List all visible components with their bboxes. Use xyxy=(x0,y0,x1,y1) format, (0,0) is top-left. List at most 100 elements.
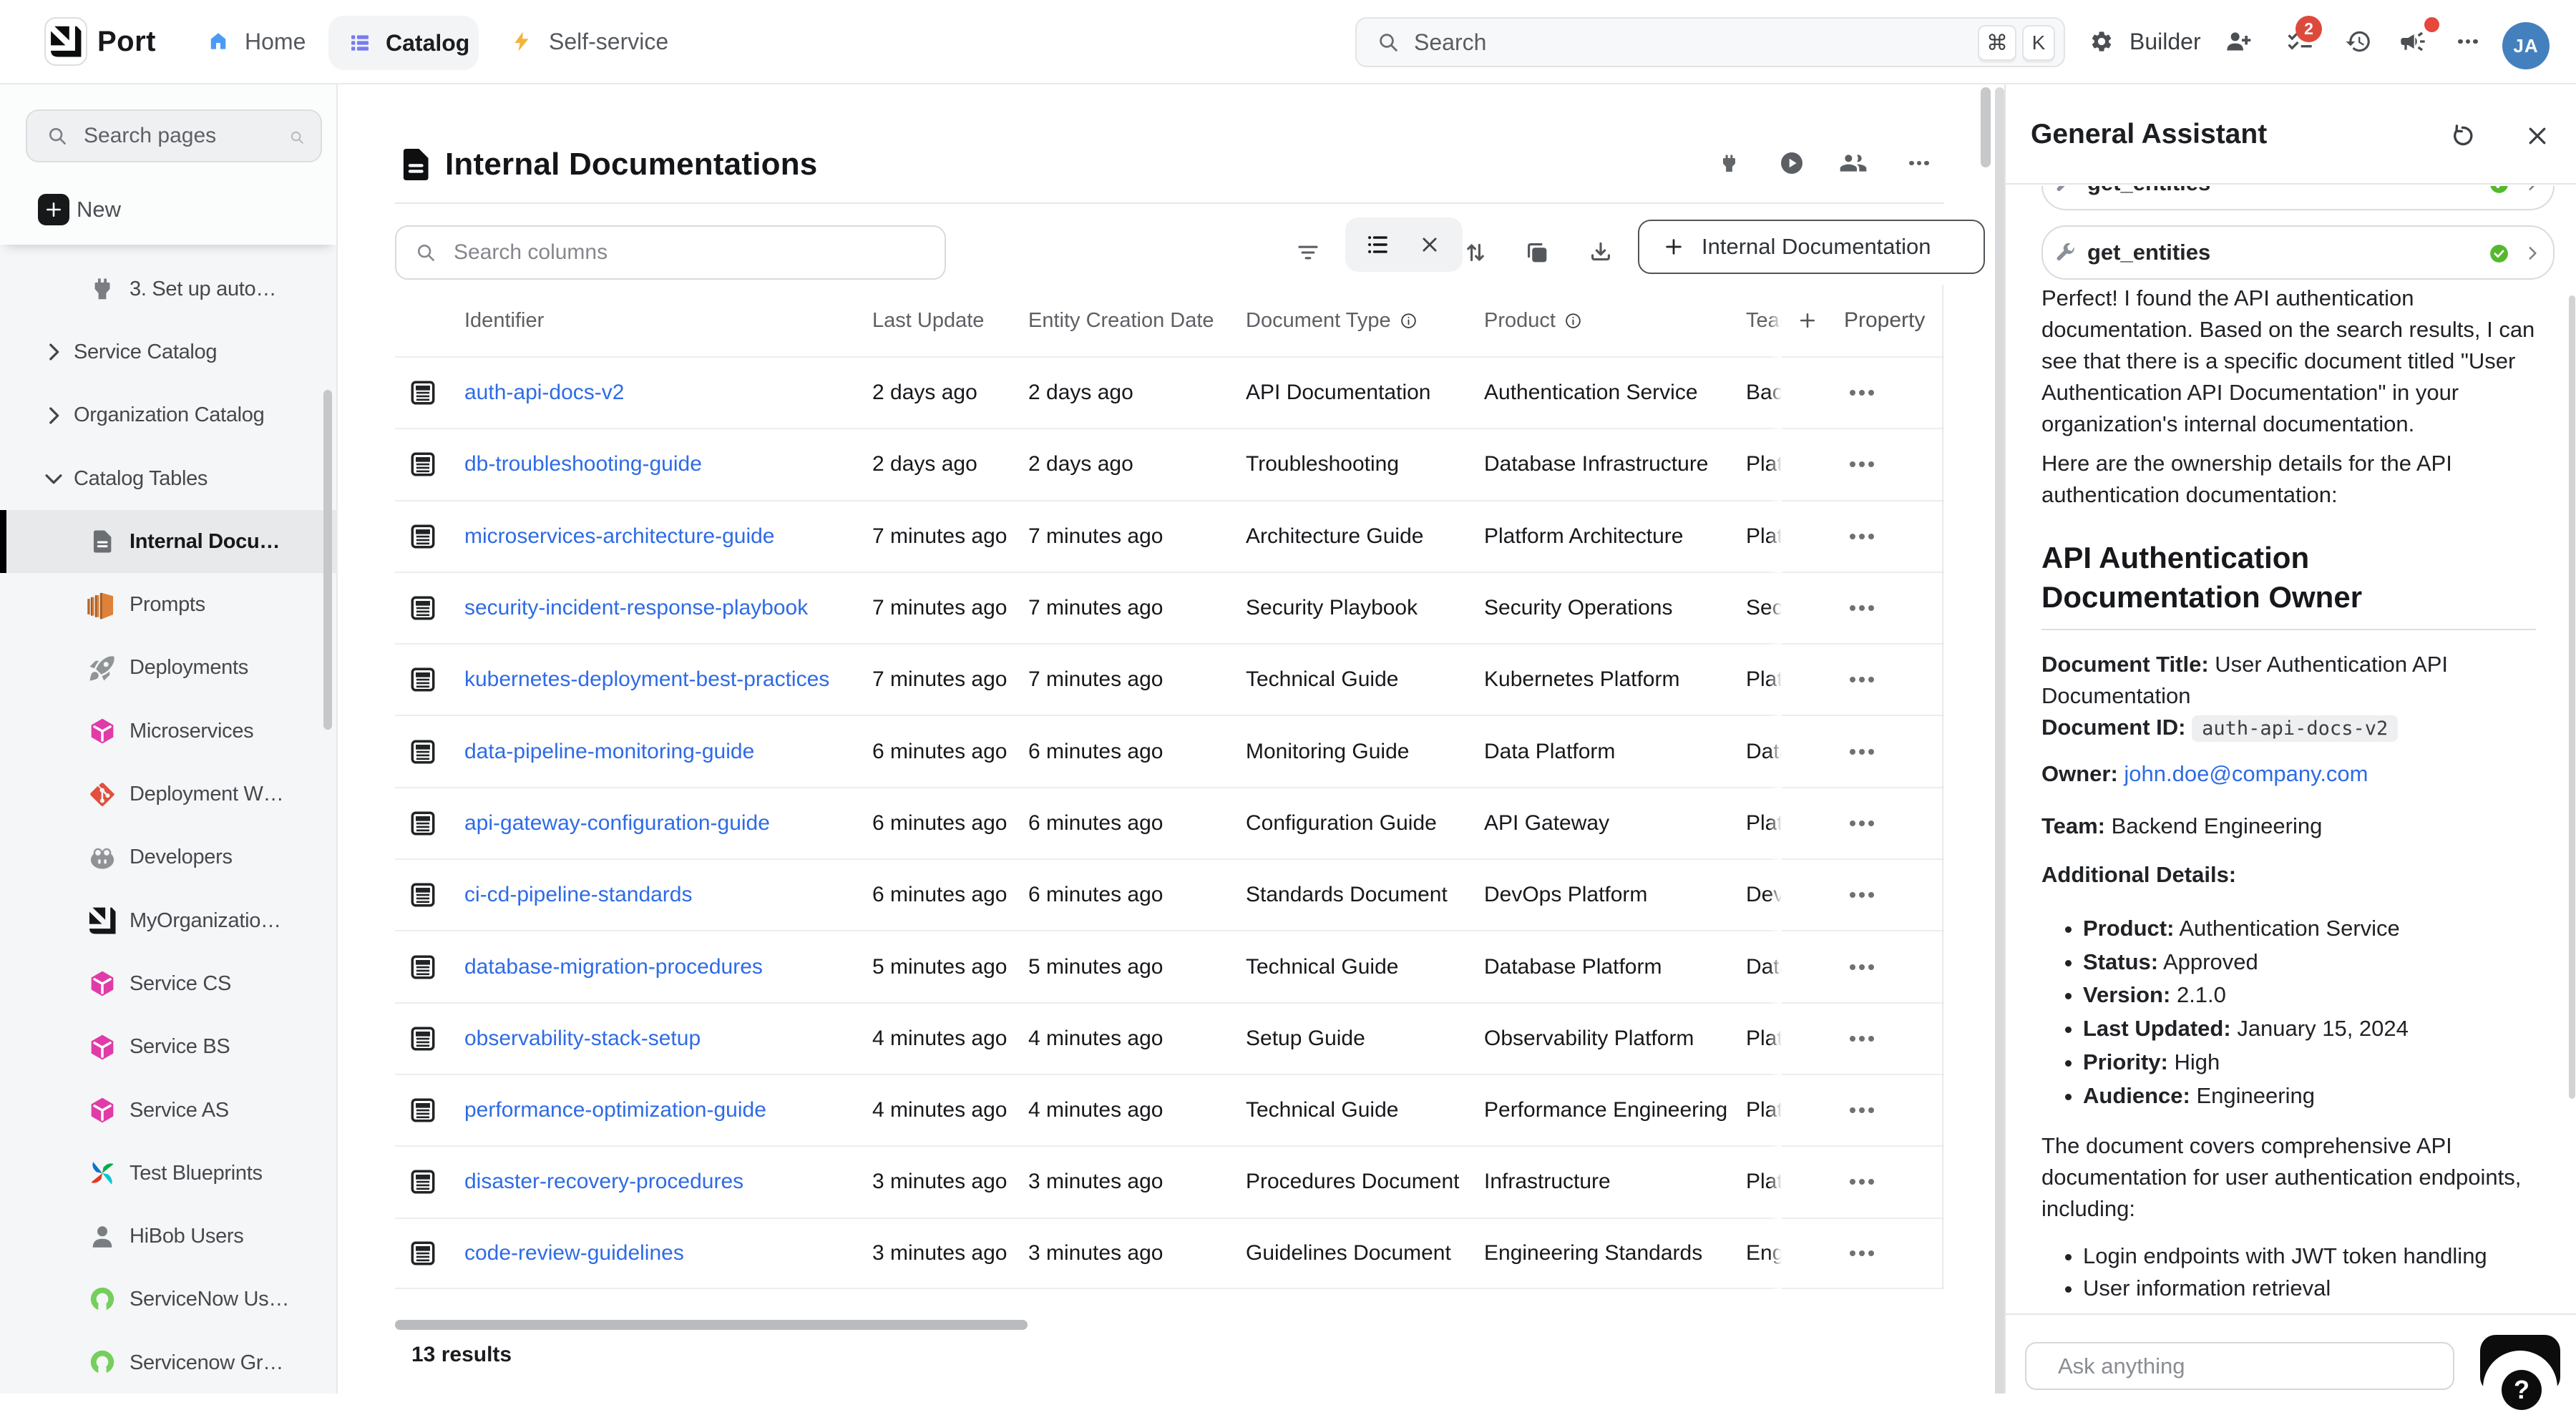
row-actions-button[interactable] xyxy=(1782,428,1942,499)
tab-catalog[interactable]: Catalog xyxy=(328,16,479,70)
sidebar-item[interactable]: Organization Catalog xyxy=(0,384,336,447)
sidebar-item[interactable]: MyOrganizatio… xyxy=(0,889,336,952)
col-entity-creation-date[interactable]: Entity Creation Date xyxy=(1028,285,1214,356)
panel-resize-handle[interactable] xyxy=(1995,87,2004,1394)
assistant-scrollbar[interactable] xyxy=(2569,295,2575,1099)
table-row[interactable]: microservices-architecture-guide 7 minut… xyxy=(395,500,1944,572)
sidebar-item[interactable]: ServiceNow Us… xyxy=(0,1268,336,1331)
announcements-button[interactable] xyxy=(2399,0,2427,83)
row-identifier-link[interactable]: disaster-recovery-procedures xyxy=(464,1147,743,1217)
row-actions-button[interactable] xyxy=(1782,356,1942,428)
copy-button[interactable] xyxy=(1521,225,1553,280)
sort-button[interactable] xyxy=(1460,225,1491,280)
col-last-update[interactable]: Last Update xyxy=(872,285,984,356)
sidebar-item[interactable]: HiBob Users xyxy=(0,1205,336,1268)
row-actions-button[interactable] xyxy=(1782,715,1942,786)
row-actions-button[interactable] xyxy=(1782,1074,1942,1145)
row-actions-button[interactable] xyxy=(1782,787,1942,858)
owner-email-link[interactable]: john.doe@company.com xyxy=(2124,761,2368,786)
row-identifier-link[interactable]: ci-cd-pipeline-standards xyxy=(464,860,693,930)
table-row[interactable]: data-pipeline-monitoring-guide 6 minutes… xyxy=(395,715,1944,786)
row-identifier-link[interactable]: kubernetes-deployment-best-practices xyxy=(464,645,829,715)
ask-input[interactable]: Ask anything xyxy=(2025,1342,2454,1390)
row-actions-button[interactable] xyxy=(1782,500,1942,572)
add-property-button[interactable]: Property xyxy=(1782,285,1942,356)
row-identifier-link[interactable]: db-troubleshooting-guide xyxy=(464,429,702,499)
add-entity-button[interactable]: Internal Documentation xyxy=(1638,220,1985,274)
page-more-button[interactable] xyxy=(1903,147,1935,179)
row-identifier-link[interactable]: database-migration-procedures xyxy=(464,931,763,1002)
new-button[interactable]: New xyxy=(0,187,336,232)
sidebar-item[interactable]: Developers xyxy=(0,826,336,889)
clear-view-button[interactable] xyxy=(1407,217,1453,272)
download-button[interactable] xyxy=(1585,225,1616,280)
sidebar-item[interactable]: Internal Docu… xyxy=(0,510,336,573)
sidebar-item[interactable]: Microservices xyxy=(0,700,336,763)
audience-button[interactable] xyxy=(1838,147,1869,179)
row-identifier-link[interactable]: auth-api-docs-v2 xyxy=(464,358,624,428)
row-identifier-link[interactable]: observability-stack-setup xyxy=(464,1004,701,1074)
main-vertical-scrollbar[interactable] xyxy=(1981,87,1991,167)
column-search-input[interactable]: Search columns xyxy=(395,225,946,280)
tool-call-chip[interactable]: get_entities xyxy=(2041,186,2555,210)
table-row[interactable]: auth-api-docs-v2 2 days ago 2 days ago A… xyxy=(395,356,1944,428)
sidebar-item[interactable]: Service AS xyxy=(0,1079,336,1142)
table-row[interactable]: security-incident-response-playbook 7 mi… xyxy=(395,572,1944,643)
row-actions-button[interactable] xyxy=(1782,572,1942,643)
history-button[interactable] xyxy=(2345,0,2372,83)
tool-call-chip[interactable]: get_entities xyxy=(2041,225,2555,280)
row-identifier-link[interactable]: microservices-architecture-guide xyxy=(464,501,774,572)
builder-button[interactable]: Builder xyxy=(2089,0,2201,83)
help-button[interactable]: ? xyxy=(2483,1351,2557,1425)
port-logo[interactable] xyxy=(44,17,87,66)
detail-item: Priority: High xyxy=(2083,1046,2555,1079)
sidebar-item[interactable]: Servicenow Gr… xyxy=(0,1331,336,1394)
row-identifier-link[interactable]: api-gateway-configuration-guide xyxy=(464,788,770,858)
more-menu-button[interactable] xyxy=(2458,0,2478,83)
col-identifier[interactable]: Identifier xyxy=(464,285,544,356)
sidebar-item[interactable]: Prompts xyxy=(0,573,336,636)
sidebar-search-input[interactable]: Search pages xyxy=(26,109,322,162)
filter-button[interactable] xyxy=(1292,225,1324,280)
row-actions-button[interactable] xyxy=(1782,1145,1942,1217)
row-identifier-link[interactable]: security-incident-response-playbook xyxy=(464,573,808,643)
row-actions-button[interactable] xyxy=(1782,930,1942,1002)
col-document-type[interactable]: Document Type xyxy=(1246,285,1418,356)
table-row[interactable]: code-review-guidelines 3 minutes ago 3 m… xyxy=(395,1218,1944,1289)
row-actions-button[interactable] xyxy=(1782,1218,1942,1289)
invite-user-button[interactable] xyxy=(2223,0,2252,83)
sidebar-item[interactable]: Deployment W… xyxy=(0,763,336,826)
table-row[interactable]: kubernetes-deployment-best-practices 7 m… xyxy=(395,643,1944,715)
table-row[interactable]: db-troubleshooting-guide 2 days ago 2 da… xyxy=(395,428,1944,499)
col-product[interactable]: Product xyxy=(1484,285,1582,356)
datasources-button[interactable] xyxy=(1713,147,1745,179)
avatar[interactable]: JA xyxy=(2502,22,2550,69)
sidebar-item[interactable]: Service BS xyxy=(0,1016,336,1079)
sidebar-item[interactable]: Service Catalog xyxy=(0,320,336,383)
row-actions-button[interactable] xyxy=(1782,858,1942,930)
table-row[interactable]: ci-cd-pipeline-standards 6 minutes ago 6… xyxy=(395,858,1944,930)
close-button[interactable] xyxy=(2523,122,2552,150)
table-row[interactable]: observability-stack-setup 4 minutes ago … xyxy=(395,1002,1944,1074)
global-search-input[interactable]: Search ⌘ K xyxy=(1355,17,2065,67)
sidebar-item[interactable]: Deployments xyxy=(0,637,336,700)
tab-self-service[interactable]: Self-service xyxy=(510,0,668,83)
row-actions-button[interactable] xyxy=(1782,643,1942,715)
reset-button[interactable] xyxy=(2449,122,2477,150)
row-identifier-link[interactable]: code-review-guidelines xyxy=(464,1219,684,1288)
row-identifier-link[interactable]: performance-optimization-guide xyxy=(464,1075,766,1145)
tab-home[interactable]: Home xyxy=(208,0,306,83)
table-row[interactable]: database-migration-procedures 5 minutes … xyxy=(395,930,1944,1002)
list-view-button[interactable] xyxy=(1355,217,1401,272)
sidebar-scrollbar[interactable] xyxy=(323,390,332,730)
sidebar-item[interactable]: Service CS xyxy=(0,952,336,1015)
sidebar-item[interactable]: Test Blueprints xyxy=(0,1142,336,1205)
run-button[interactable] xyxy=(1776,147,1807,179)
table-row[interactable]: disaster-recovery-procedures 3 minutes a… xyxy=(395,1145,1944,1217)
sidebar-item[interactable]: Catalog Tables xyxy=(0,447,336,510)
row-identifier-link[interactable]: data-pipeline-monitoring-guide xyxy=(464,716,754,786)
sidebar-item[interactable]: 3. Set up auto… xyxy=(0,258,336,320)
table-row[interactable]: api-gateway-configuration-guide 6 minute… xyxy=(395,787,1944,858)
table-row[interactable]: performance-optimization-guide 4 minutes… xyxy=(395,1074,1944,1145)
row-actions-button[interactable] xyxy=(1782,1002,1942,1074)
